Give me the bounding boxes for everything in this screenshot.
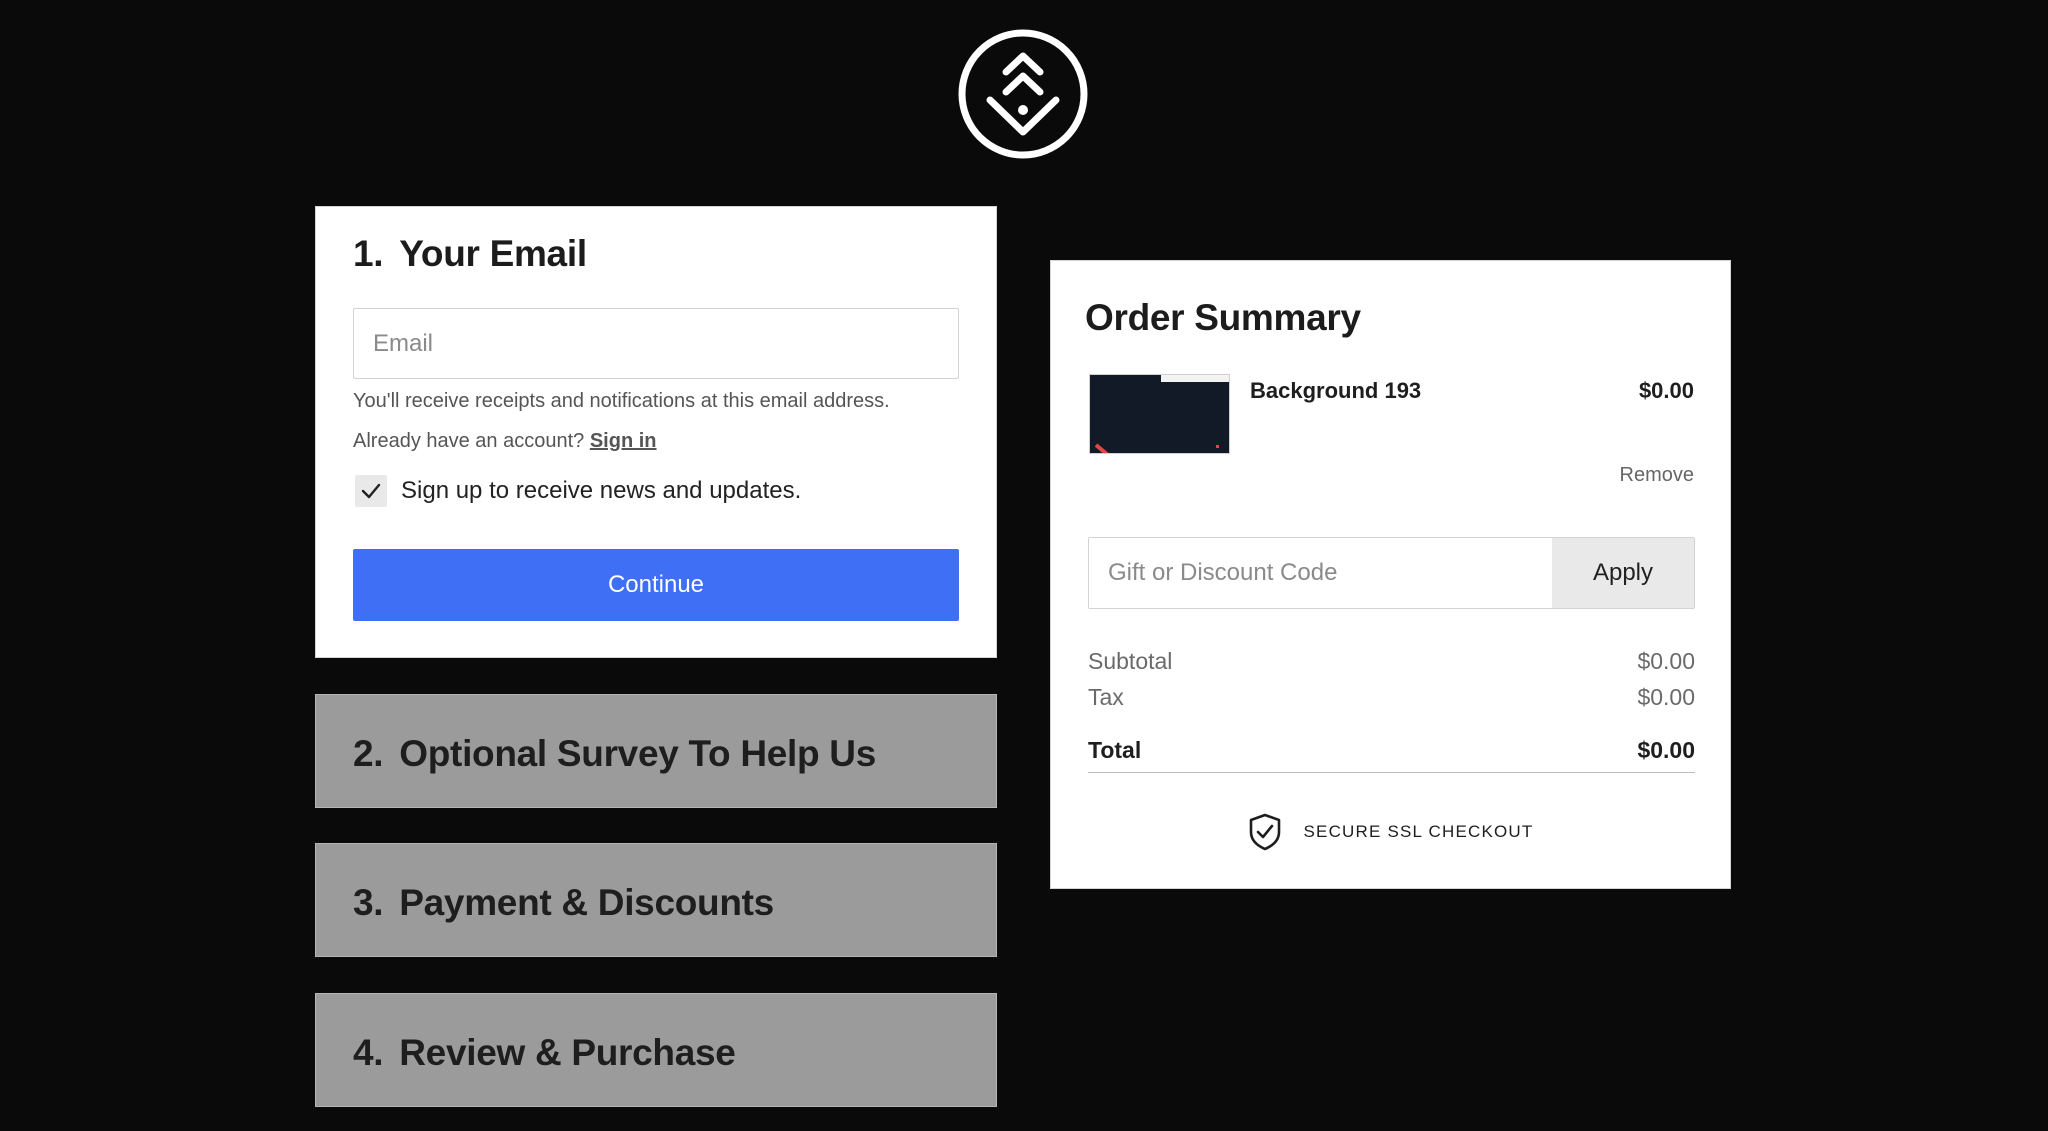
newsletter-checkbox[interactable] — [355, 475, 387, 507]
product-thumbnail — [1089, 374, 1230, 454]
step-title-email: 1. Your Email — [353, 233, 587, 275]
product-price: $0.00 — [1638, 378, 1694, 403]
apply-code-button[interactable]: Apply — [1552, 538, 1694, 608]
tax-value: $0.00 — [1637, 684, 1695, 710]
step-label: Payment & Discounts — [399, 882, 774, 923]
remove-item-link[interactable]: Remove — [1620, 464, 1694, 487]
step-title-review: 4. Review & Purchase — [353, 1032, 736, 1074]
step-title-survey: 2. Optional Survey To Help Us — [353, 733, 876, 775]
account-prompt: Already have an account? Sign in — [353, 430, 657, 453]
step-label: Your Email — [399, 233, 587, 274]
brand-logo-icon — [957, 28, 1089, 160]
newsletter-option: Sign up to receive news and updates. — [355, 475, 801, 507]
secure-checkout-text: SECURE SSL CHECKOUT — [1303, 822, 1534, 841]
secure-checkout-badge: SECURE SSL CHECKOUT — [1051, 813, 1730, 851]
shield-check-icon — [1249, 813, 1280, 851]
email-helper-text: You'll receive receipts and notification… — [353, 390, 890, 412]
step-label: Review & Purchase — [399, 1032, 736, 1073]
continue-button[interactable]: Continue — [353, 549, 959, 621]
total-row: Total $0.00 — [1088, 737, 1695, 773]
subtotal-label: Subtotal — [1088, 648, 1173, 674]
discount-code-input[interactable] — [1089, 538, 1552, 608]
subtotal-value: $0.00 — [1637, 648, 1695, 674]
review-step-panel[interactable]: 4. Review & Purchase — [315, 993, 997, 1107]
step-number: 2. — [353, 733, 384, 774]
step-label: Optional Survey To Help Us — [399, 733, 876, 774]
step-title-payment: 3. Payment & Discounts — [353, 882, 774, 924]
step-number: 1. — [353, 233, 384, 274]
tax-label: Tax — [1088, 684, 1124, 710]
step-number: 3. — [353, 882, 384, 923]
step-number: 4. — [353, 1032, 384, 1073]
subtotal-row: Subtotal $0.00 — [1088, 648, 1695, 675]
tax-row: Tax $0.00 — [1088, 684, 1695, 711]
discount-code-group: Apply — [1088, 537, 1695, 609]
newsletter-label: Sign up to receive news and updates. — [401, 477, 802, 504]
order-summary-title: Order Summary — [1085, 297, 1361, 338]
email-step-panel: 1. Your Email You'll receive receipts and… — [315, 206, 997, 658]
checkmark-icon — [361, 483, 381, 499]
survey-step-panel[interactable]: 2. Optional Survey To Help Us — [315, 694, 997, 808]
product-name: Background 193 — [1250, 378, 1422, 403]
order-summary-panel: Order Summary Background 193 $0.00 Remov… — [1050, 260, 1731, 889]
payment-step-panel[interactable]: 3. Payment & Discounts — [315, 843, 997, 957]
sign-in-link[interactable]: Sign in — [590, 430, 657, 452]
email-input[interactable] — [353, 308, 959, 379]
total-label: Total — [1088, 737, 1142, 763]
account-prompt-text: Already have an account? — [353, 430, 585, 452]
total-value: $0.00 — [1637, 737, 1695, 763]
